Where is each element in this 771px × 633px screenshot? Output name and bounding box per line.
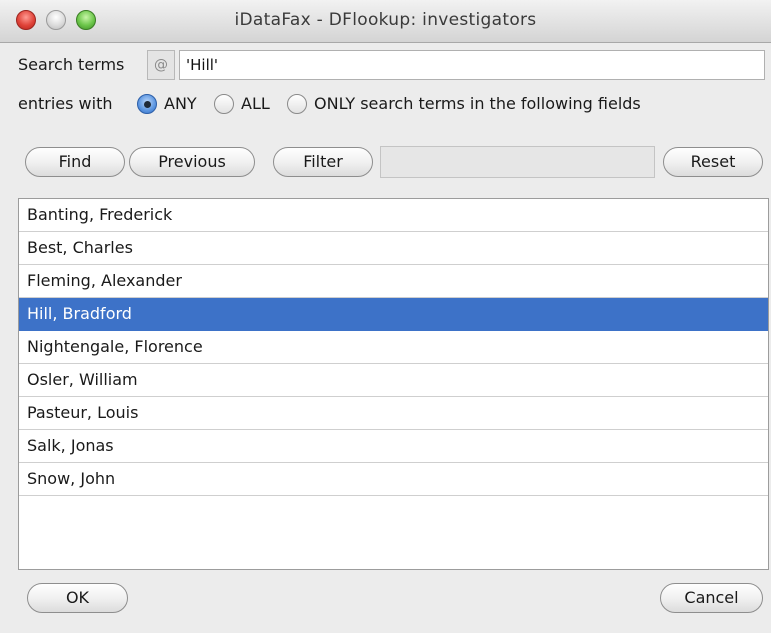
lookup-window: iDataFax - DFlookup: investigators Searc… (0, 0, 771, 633)
radio-all-label[interactable]: ALL (241, 94, 270, 113)
investigator-list[interactable]: Banting, Frederick Best, Charles Fleming, … (18, 198, 769, 570)
list-item[interactable]: Hill, Bradford (19, 298, 768, 331)
radio-all[interactable] (214, 94, 234, 114)
search-terms-label: Search terms (18, 55, 125, 74)
radio-only-label[interactable]: ONLY search terms in the following field… (314, 94, 641, 113)
list-item[interactable]: Salk, Jonas (19, 430, 768, 463)
list-item[interactable]: Best, Charles (19, 232, 768, 265)
title-bar[interactable]: iDataFax - DFlookup: investigators (0, 0, 771, 43)
list-item[interactable]: Pasteur, Louis (19, 397, 768, 430)
find-button[interactable]: Find (25, 147, 125, 177)
list-item[interactable]: Snow, John (19, 463, 768, 496)
radio-any-label[interactable]: ANY (164, 94, 197, 113)
entries-with-label: entries with (18, 94, 113, 113)
ok-button[interactable]: OK (27, 583, 128, 613)
list-item[interactable]: Banting, Frederick (19, 199, 768, 232)
at-symbol-field: @ (147, 50, 175, 80)
cancel-button[interactable]: Cancel (660, 583, 763, 613)
list-item[interactable]: Fleming, Alexander (19, 265, 768, 298)
filter-button[interactable]: Filter (273, 147, 373, 177)
radio-selected-dot-icon (144, 101, 151, 108)
radio-any[interactable] (137, 94, 157, 114)
radio-only[interactable] (287, 94, 307, 114)
window-title: iDataFax - DFlookup: investigators (234, 10, 537, 30)
reset-button[interactable]: Reset (663, 147, 763, 177)
search-input[interactable] (179, 50, 765, 80)
previous-button[interactable]: Previous (129, 147, 255, 177)
filter-field (380, 146, 655, 178)
list-item[interactable]: Osler, William (19, 364, 768, 397)
list-item[interactable]: Nightengale, Florence (19, 331, 768, 364)
